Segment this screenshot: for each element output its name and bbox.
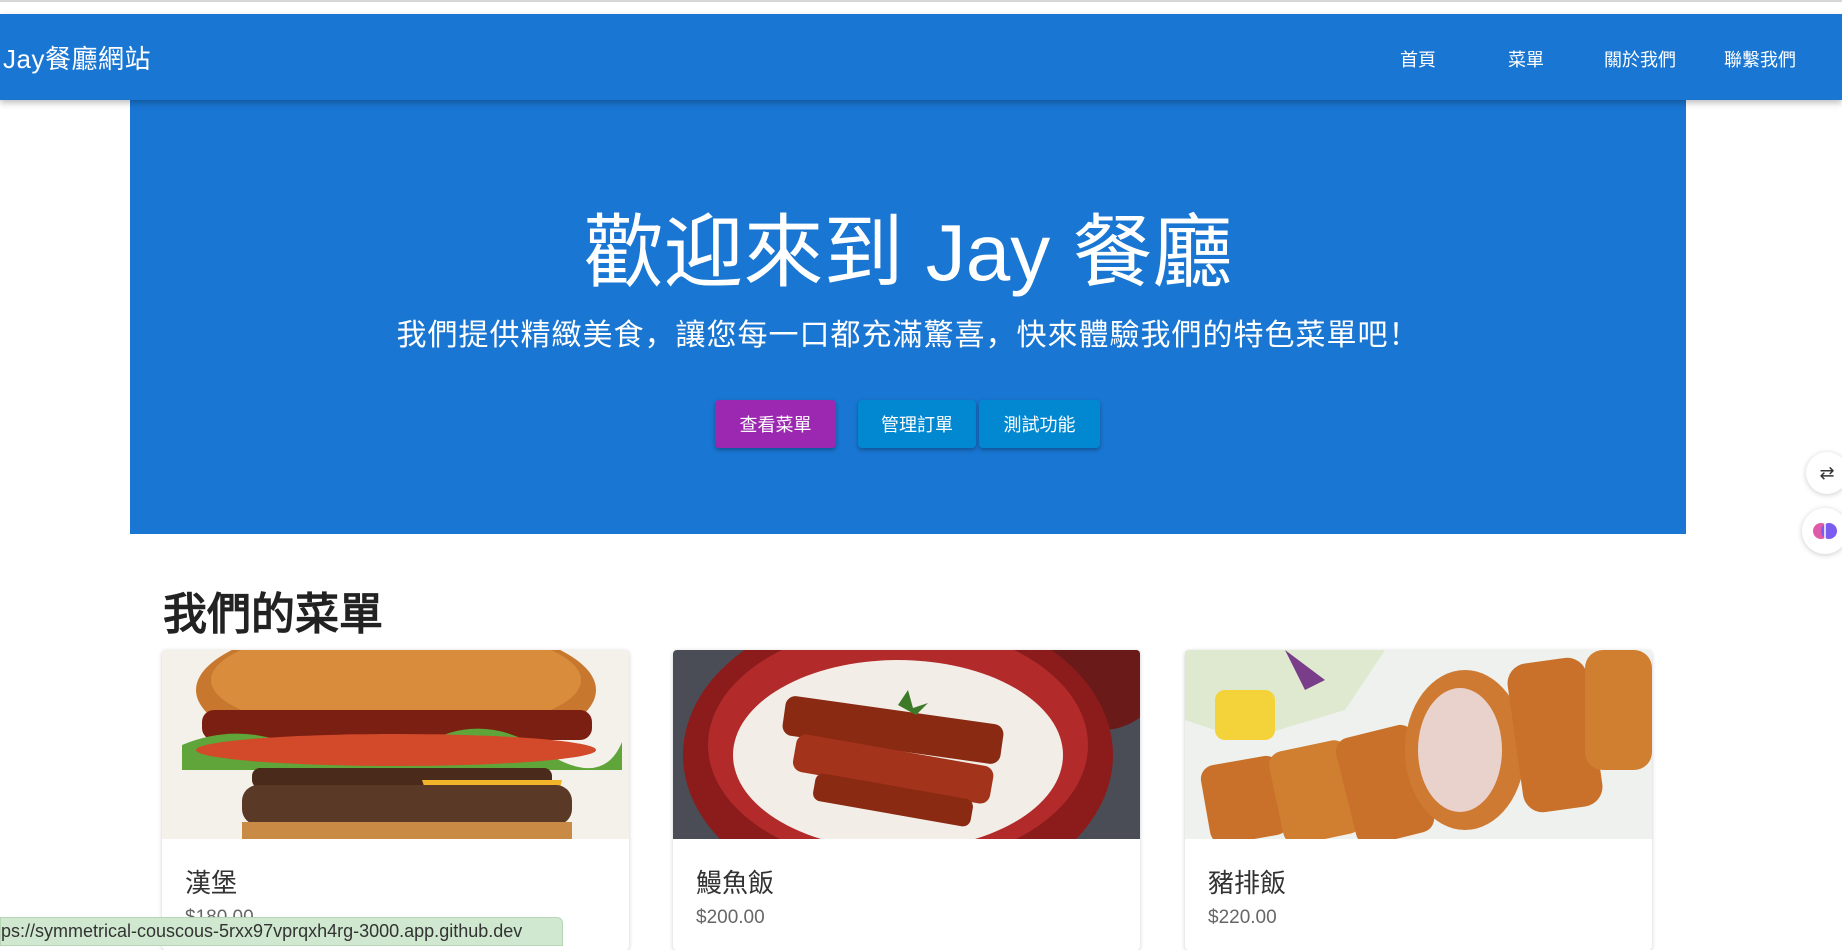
menu-item-name: 鰻魚飯 <box>696 869 775 899</box>
menu-card-pork-cutlet[interactable]: 豬排飯 $220.00 <box>1185 650 1652 950</box>
eel-rice-image <box>673 650 1140 839</box>
nav-link-menu[interactable]: 菜單 <box>1508 46 1544 72</box>
translate-icon[interactable]: ⇄ <box>1806 452 1842 494</box>
hero-banner: 歡迎來到 Jay 餐廳 我們提供精緻美食，讓您每一口都充滿驚喜，快來體驗我們的特… <box>130 100 1686 534</box>
nav-link-home[interactable]: 首頁 <box>1400 46 1436 72</box>
brand-logo[interactable]: Jay餐廳網站 <box>3 39 151 76</box>
nav-link-about[interactable]: 關於我們 <box>1604 46 1676 72</box>
menu-card-eel-rice[interactable]: 鰻魚飯 $200.00 <box>673 650 1140 950</box>
navbar: Jay餐廳網站 首頁 菜單 關於我們 聯繫我們 <box>0 14 1842 100</box>
menu-item-name: 漢堡 <box>185 869 238 899</box>
nav-link-contact[interactable]: 聯繫我們 <box>1724 46 1796 72</box>
test-features-button[interactable]: 測試功能 <box>979 400 1100 448</box>
hero-buttons: 查看菜單 管理訂單 測試功能 <box>130 400 1686 448</box>
status-bar-url: ps://symmetrical-couscous-5rxx97vprqxh4r… <box>0 917 563 946</box>
pork-cutlet-image <box>1185 650 1652 839</box>
browser-top-strip <box>0 0 1842 14</box>
brain-icon[interactable] <box>1802 508 1842 554</box>
menu-item-name: 豬排飯 <box>1208 869 1287 899</box>
menu-section-title: 我們的菜單 <box>163 589 383 640</box>
burger-image <box>162 650 629 839</box>
menu-card-burger[interactable]: 漢堡 $180.00 <box>162 650 629 950</box>
menu-item-price: $220.00 <box>1208 907 1277 928</box>
menu-item-price: $200.00 <box>696 907 765 928</box>
manage-orders-button[interactable]: 管理訂單 <box>858 400 976 448</box>
hero-title: 歡迎來到 Jay 餐廳 <box>583 208 1233 297</box>
view-menu-button[interactable]: 查看菜單 <box>715 400 836 448</box>
hero-subtitle: 我們提供精緻美食，讓您每一口都充滿驚喜，快來體驗我們的特色菜單吧！ <box>396 318 1420 353</box>
